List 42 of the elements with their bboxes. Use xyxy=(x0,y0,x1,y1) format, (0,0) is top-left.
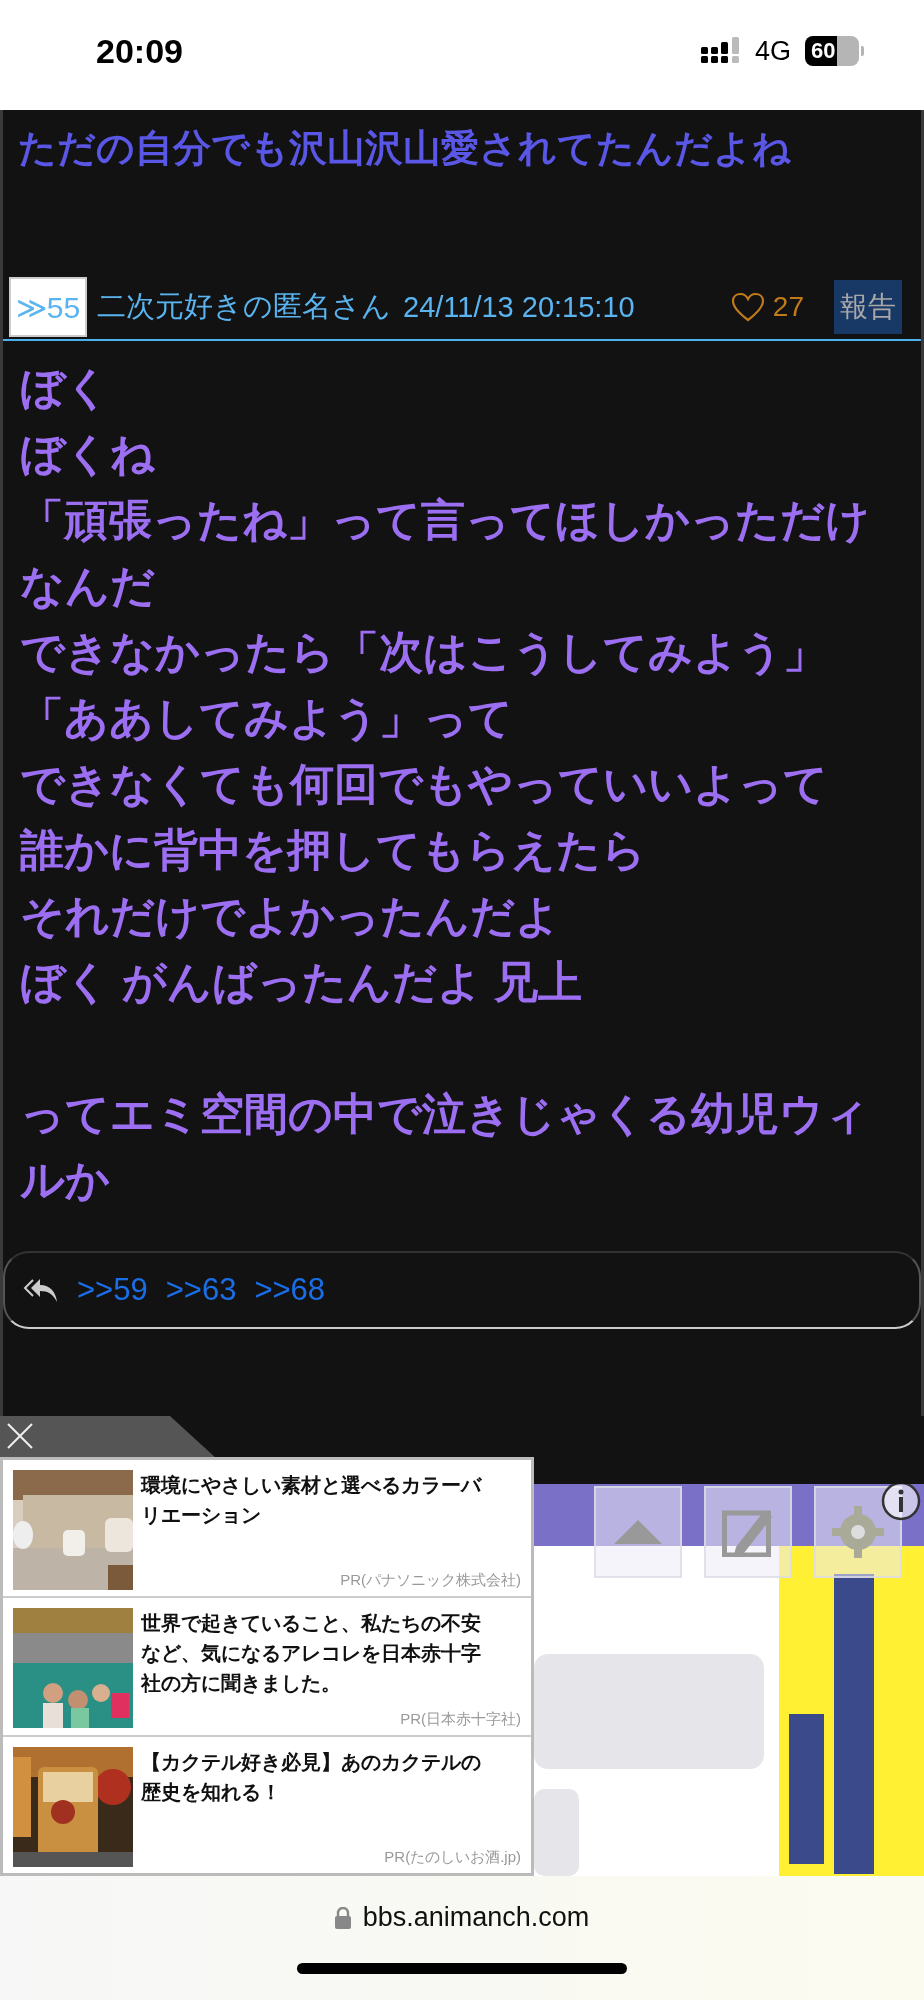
post-date: 24/11/13 20:15:10 xyxy=(403,290,635,324)
reply-icon xyxy=(23,1276,59,1304)
post-line: 「頑張ったね」って言ってほしかっただけなんだ xyxy=(20,494,871,612)
close-icon[interactable] xyxy=(6,1422,34,1450)
settings-button[interactable] xyxy=(814,1486,902,1578)
ad-sponsor: PR(たのしいお酒.jp) xyxy=(383,1848,521,1867)
network-label: 4G xyxy=(754,35,791,67)
reply-link[interactable]: >>63 xyxy=(165,1272,237,1308)
reply-link[interactable]: >>59 xyxy=(77,1272,148,1308)
battery-indicator: 60 xyxy=(805,36,859,66)
report-button[interactable]: 報告 xyxy=(834,280,902,334)
settings-icon xyxy=(832,1506,884,1558)
ad-title: 世界で起きていること、私たちの不安など、気になるアレコレを日本赤十字社の方に聞きました。 xyxy=(141,1611,482,1697)
ad-title: 【カクテル好き必見】あのカクテルの歴史を知れる！ xyxy=(141,1749,482,1805)
heart-icon[interactable] xyxy=(730,292,765,322)
post-line: ぼく がんばったんだよ 兄上 xyxy=(20,956,584,1008)
post-line: 「ああしてみよう」って xyxy=(20,692,514,744)
ad-sponsor: PR(日本赤十字社) xyxy=(399,1709,521,1729)
ad-item[interactable]: 環境にやさしい素材と選べるカラーバリエーション PR(パナソニック株式会社) xyxy=(3,1460,531,1599)
author-name: 二次元好きの匿名さん xyxy=(97,289,391,324)
post-line: ぼくね xyxy=(20,428,156,480)
ad-sponsor: PR(パナソニック株式会社) xyxy=(339,1571,521,1591)
lock-icon xyxy=(334,1906,351,1929)
page-top-button[interactable] xyxy=(594,1486,682,1578)
signal-icon xyxy=(700,37,741,65)
post-line: それだけでよかったんだよ xyxy=(20,890,561,942)
url-text[interactable]: bbs.animanch.com xyxy=(362,1902,590,1933)
page-top-icon xyxy=(614,1520,662,1544)
like-count: 27 xyxy=(772,291,804,323)
post-line: できなくても何回でもやっていいよって xyxy=(20,758,829,810)
reply-link[interactable]: >>68 xyxy=(254,1272,326,1308)
edit-button[interactable] xyxy=(704,1486,792,1578)
post-line: ぼく xyxy=(20,362,111,414)
post-line: ってエミ空間の中で泣きじゃくる幼児ウィルか xyxy=(20,1088,870,1206)
status-time: 20:09 xyxy=(96,31,183,71)
ad-title: 環境にやさしい素材と選べるカラーバリエーション xyxy=(141,1473,483,1528)
post-text: ただの自分でも沢山沢山愛されてたんだよね xyxy=(17,126,792,171)
post-line: 誰かに背中を押してもらえたら xyxy=(20,824,647,876)
post-line: できなかったら「次はこうしてみよう」 xyxy=(20,626,828,678)
info-icon[interactable] xyxy=(880,1484,922,1522)
ad-item[interactable]: 世界で起きていること、私たちの不安など、気になるアレコレを日本赤十字社の方に聞きました。 PR(日本赤十字社) xyxy=(3,1598,531,1737)
ad-item[interactable]: 【カクテル好き必見】あのカクテルの歴史を知れる！ PR(たのしいお酒.jp) xyxy=(3,1736,531,1873)
